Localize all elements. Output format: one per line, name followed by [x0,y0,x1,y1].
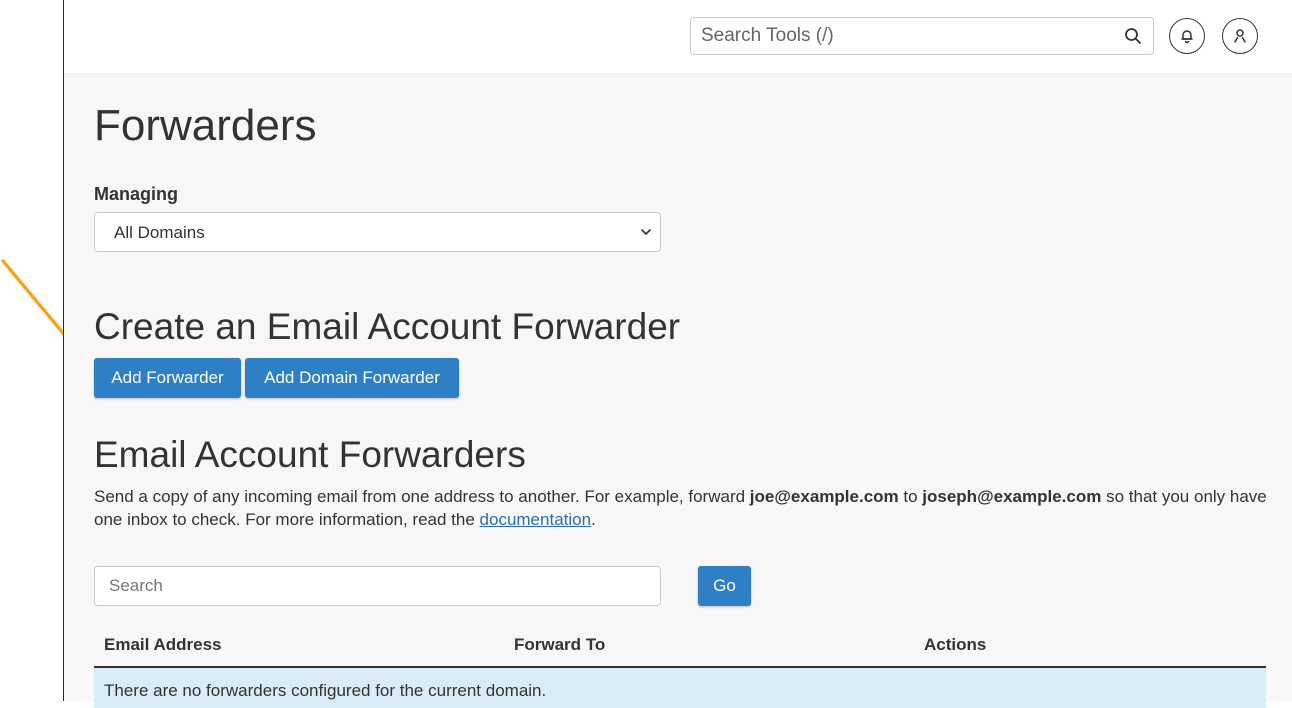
search-icon[interactable] [1123,26,1143,46]
description-end: . [591,510,596,529]
forwarders-search-input[interactable] [94,566,661,606]
managing-domain-select[interactable]: All Domains [94,212,661,252]
top-bar [64,0,1292,73]
add-forwarder-button[interactable]: Add Forwarder [94,358,241,398]
add-domain-forwarder-button[interactable]: Add Domain Forwarder [245,358,459,398]
forwarders-description: Send a copy of any incoming email from o… [94,485,1269,531]
column-header-forward-to[interactable]: Forward To [514,634,605,656]
notifications-button[interactable] [1169,18,1205,54]
bell-icon [1181,30,1193,44]
user-icon [1234,29,1246,43]
managing-label: Managing [94,184,178,204]
email-forwarders-heading: Email Account Forwarders [94,434,526,475]
search-tools-input[interactable] [691,18,1111,54]
forwarders-table-header: Email Address Forward To Actions [94,626,1266,668]
go-button[interactable]: Go [698,566,751,606]
description-text-1: Send a copy of any incoming email from o… [94,487,750,506]
example-from-address: joe@example.com [749,487,899,506]
page-title: Forwarders [94,101,317,150]
example-to-address: joseph@example.com [922,487,1102,506]
managing-selected-value: All Domains [114,223,205,242]
column-header-actions: Actions [924,635,987,654]
content-frame: Forwarders Managing All Domains Create a… [63,0,1292,708]
documentation-link[interactable]: documentation [480,510,592,529]
search-tools-box[interactable] [690,17,1154,55]
chevron-down-icon [641,229,651,235]
create-forwarder-heading: Create an Email Account Forwarder [94,306,681,347]
description-text-2: to [898,487,923,506]
user-menu-button[interactable] [1222,18,1258,54]
column-header-email-address[interactable]: Email Address [104,634,221,656]
table-empty-message: There are no forwarders configured for t… [94,668,1266,708]
